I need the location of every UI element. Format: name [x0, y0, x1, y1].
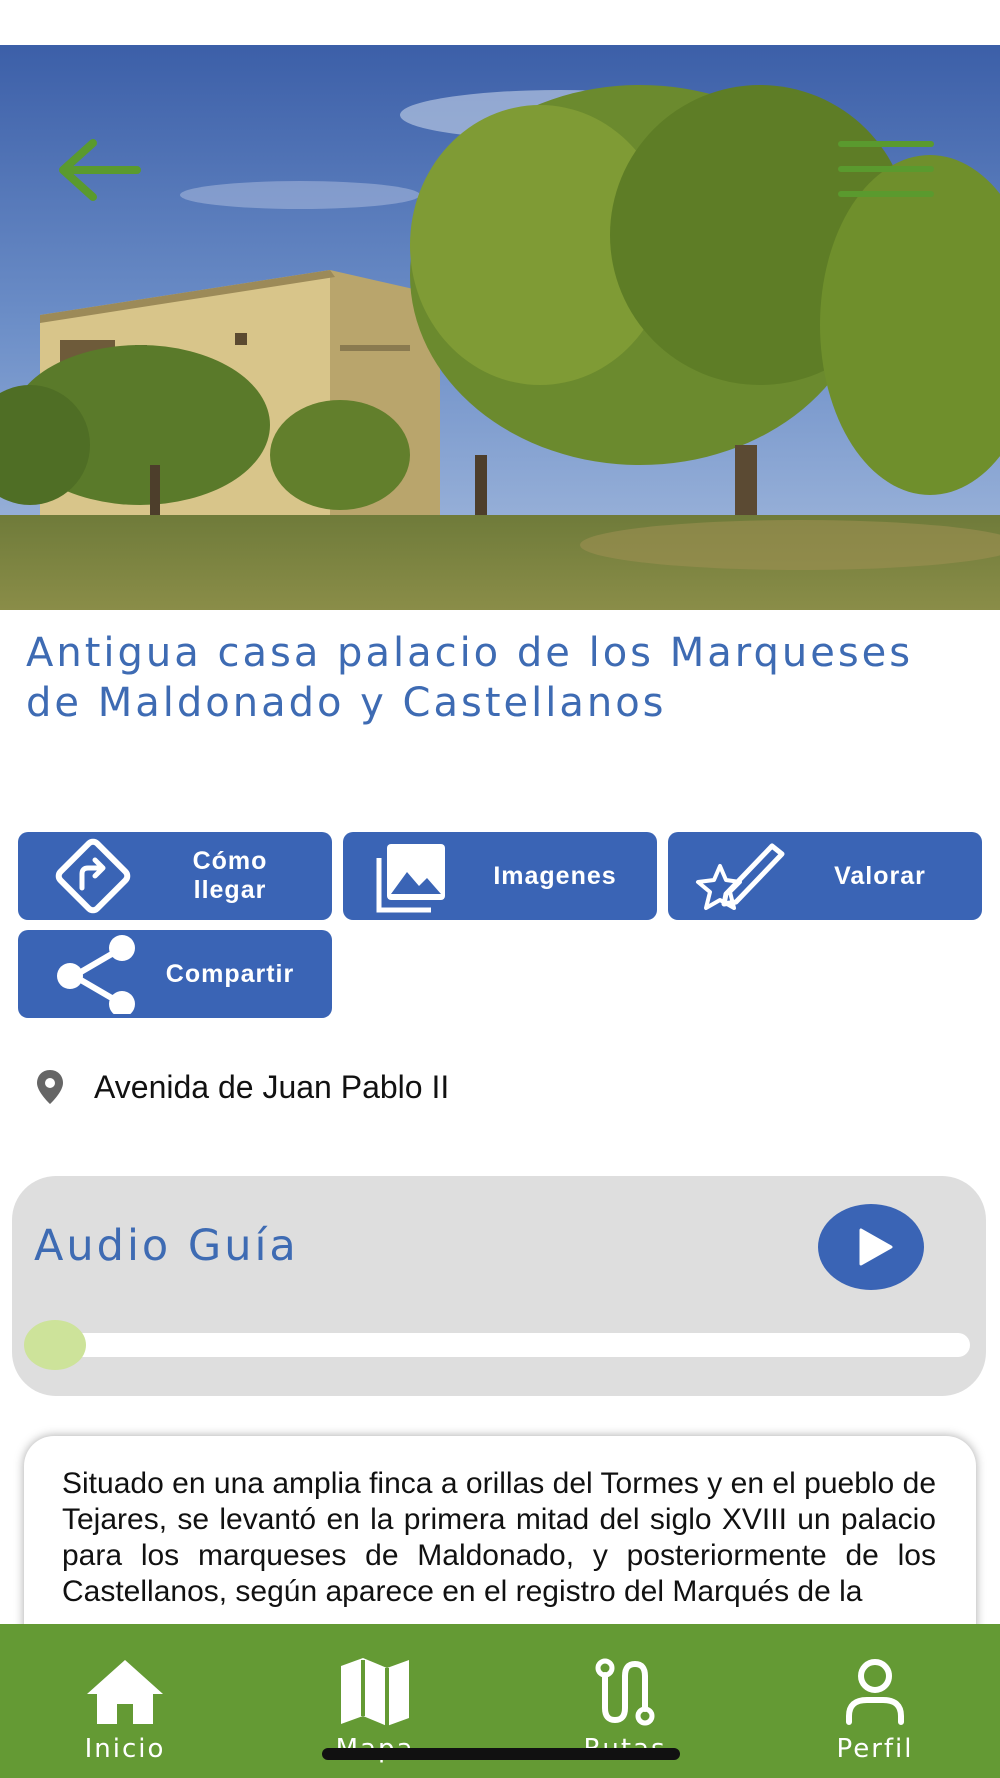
audio-progress-track[interactable]: [28, 1333, 970, 1357]
menu-button[interactable]: [836, 137, 936, 201]
play-icon: [859, 1228, 893, 1266]
route-icon: [595, 1658, 655, 1726]
user-icon: [846, 1659, 904, 1725]
images-button[interactable]: Imagenes: [343, 832, 657, 920]
share-label: Compartir: [165, 959, 295, 988]
back-button[interactable]: [55, 135, 145, 205]
hamburger-menu-icon: [838, 141, 934, 197]
nav-label-inicio: Inicio: [84, 1734, 166, 1764]
hero-photo: [0, 45, 1000, 610]
nav-item-inicio[interactable]: Inicio: [25, 1624, 225, 1778]
audio-guide-card: Audio Guía: [12, 1176, 986, 1396]
arrow-left-icon: [59, 139, 141, 201]
map-icon: [341, 1658, 409, 1726]
description-text: Situado en una amplia finca a orillas de…: [62, 1467, 936, 1608]
rate-label: Valorar: [834, 861, 926, 890]
address-row: Avenida de Juan Pablo II: [30, 1063, 449, 1111]
audio-progress-thumb[interactable]: [24, 1320, 86, 1370]
nav-item-perfil[interactable]: Perfil: [775, 1624, 975, 1778]
location-pin-icon: [37, 1070, 63, 1104]
rate-button[interactable]: Valorar: [668, 832, 982, 920]
images-icon: [376, 844, 445, 913]
page-title: Antigua casa palacio de los Marqueses de…: [26, 630, 914, 726]
home-indicator: [322, 1748, 680, 1760]
nav-label-perfil: Perfil: [836, 1734, 914, 1764]
home-icon: [87, 1660, 163, 1724]
audio-guide-title: Audio Guía: [34, 1221, 299, 1271]
directions-icon: [55, 838, 131, 914]
address-text: Avenida de Juan Pablo II: [94, 1068, 450, 1105]
share-button[interactable]: Compartir: [18, 930, 332, 1018]
palace-photo: [0, 45, 1000, 610]
play-button[interactable]: [818, 1204, 924, 1290]
share-icon: [57, 935, 135, 1014]
rate-star-pen-icon: [696, 843, 785, 910]
directions-label: Cómo llegar: [192, 847, 268, 904]
directions-button[interactable]: Cómo llegar: [18, 832, 332, 920]
images-label: Imagenes: [493, 861, 617, 890]
